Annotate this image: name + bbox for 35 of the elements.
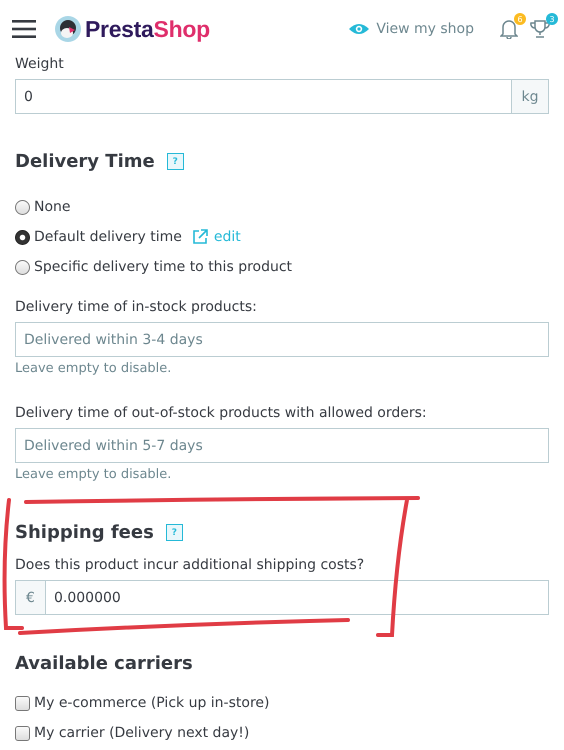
text-field[interactable]: Delivered within 5-7 days (15, 428, 549, 463)
section-title: Available carriers (15, 653, 193, 674)
currency-addon: € (16, 581, 46, 614)
menu-icon[interactable] (12, 20, 36, 38)
unit-addon: kg (511, 80, 548, 113)
external-link-icon[interactable] (192, 229, 208, 245)
radio-label[interactable]: None (34, 199, 71, 215)
field-hint: Leave empty to disable. (15, 467, 172, 482)
section-title: Shipping fees (15, 522, 154, 543)
weight-field[interactable]: 0 kg (15, 79, 549, 114)
trophy-icon[interactable] (530, 19, 550, 39)
checkbox-label[interactable]: My carrier (Delivery next day!) (34, 725, 250, 741)
shipping-cost-field[interactable]: € 0.000000 (15, 580, 549, 615)
field-label: Does this product incur additional shipping costs? (15, 557, 366, 573)
radio-button[interactable] (15, 200, 30, 214)
radio-label[interactable]: Default delivery time (34, 229, 182, 245)
trophy-count: 3 (546, 13, 558, 25)
view-my-shop-link[interactable]: View my shop (349, 21, 474, 37)
field-label: Delivery time of out-of-stock products with allowed orders: (15, 405, 428, 421)
checkbox[interactable] (15, 726, 30, 740)
eye-icon (349, 23, 370, 35)
text-field[interactable]: Delivered within 3-4 days (15, 322, 549, 357)
radio-label[interactable]: Specific delivery time to this product (34, 259, 292, 275)
field-hint: Leave empty to disable. (15, 361, 172, 376)
checkbox[interactable] (15, 696, 30, 710)
bell-icon[interactable] (500, 19, 518, 39)
checkbox-label[interactable]: My e-commerce (Pick up in-store) (34, 695, 270, 711)
radio-button[interactable] (15, 260, 30, 274)
radio-button[interactable] (15, 230, 30, 244)
logo-icon (55, 16, 81, 42)
notification-count: 6 (514, 13, 526, 25)
field-label: Delivery time of in-stock products: (15, 299, 258, 315)
field-label: Weight (15, 56, 65, 72)
section-title: Delivery Time (15, 151, 155, 172)
logo-text[interactable]: PrestaShop (85, 16, 210, 42)
